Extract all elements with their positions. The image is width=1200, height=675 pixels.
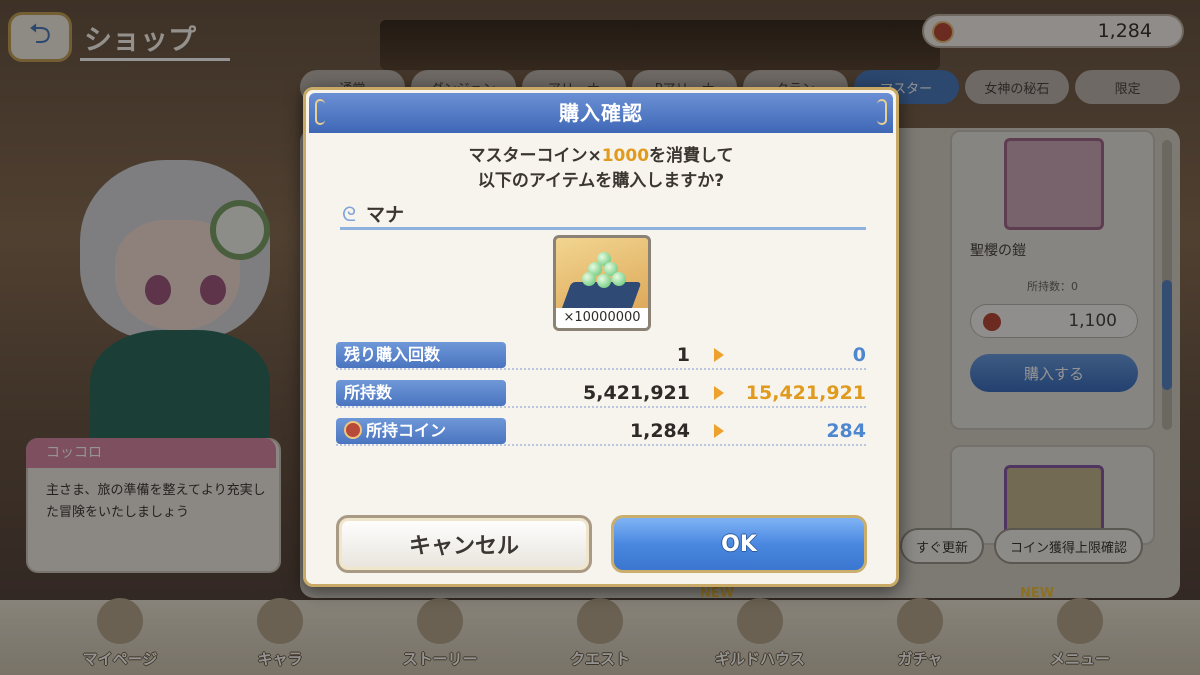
arrow-right-icon (714, 348, 724, 362)
message-suffix: を消費して (649, 146, 734, 166)
stat-before: 1 (676, 344, 690, 366)
item-quantity: ×10000000 (556, 308, 648, 328)
arrow-right-icon (714, 386, 724, 400)
stat-label: 所持数 (336, 380, 506, 406)
swirl-icon: ᘓ (342, 202, 357, 226)
master-coin-icon (344, 421, 362, 439)
stat-before: 5,421,921 (583, 382, 690, 404)
stat-after: 15,421,921 (745, 382, 866, 404)
dialog-message: マスターコイン×1000を消費して 以下のアイテムを購入しますか? (306, 144, 896, 194)
item-name-row: ᘓ マナ (340, 200, 866, 230)
arrow-right-icon (714, 424, 724, 438)
purchase-stats: 残り購入回数 1 0 所持数 5,421,921 15,421,921 所持コイ… (336, 342, 866, 456)
mana-item-icon: ×10000000 (553, 235, 651, 331)
stat-row-remaining: 残り購入回数 1 0 (336, 342, 866, 370)
ok-button[interactable]: OK (611, 515, 867, 573)
dialog-header: 購入確認 (309, 93, 893, 133)
purchase-confirm-dialog: 購入確認 マスターコイン×1000を消費して 以下のアイテムを購入しますか? ᘓ… (303, 87, 899, 587)
stat-before: 1,284 (629, 420, 690, 442)
stat-label: 所持コイン (336, 418, 506, 444)
message-line2: 以下のアイテムを購入しますか? (477, 171, 725, 191)
message-prefix: マスターコイン× (468, 146, 602, 166)
stat-label: 残り購入回数 (336, 342, 506, 368)
message-amount: 1000 (601, 146, 650, 166)
mana-orbs-icon (582, 252, 626, 292)
item-name: マナ (366, 204, 405, 226)
stat-after: 284 (826, 420, 866, 442)
stat-row-coins: 所持コイン 1,284 284 (336, 418, 866, 446)
stat-after: 0 (852, 344, 866, 366)
ornament-icon (877, 99, 887, 125)
dialog-title: 購入確認 (559, 101, 643, 125)
cancel-button[interactable]: キャンセル (336, 515, 592, 573)
stat-row-owned: 所持数 5,421,921 15,421,921 (336, 380, 866, 408)
ornament-icon (315, 99, 325, 125)
